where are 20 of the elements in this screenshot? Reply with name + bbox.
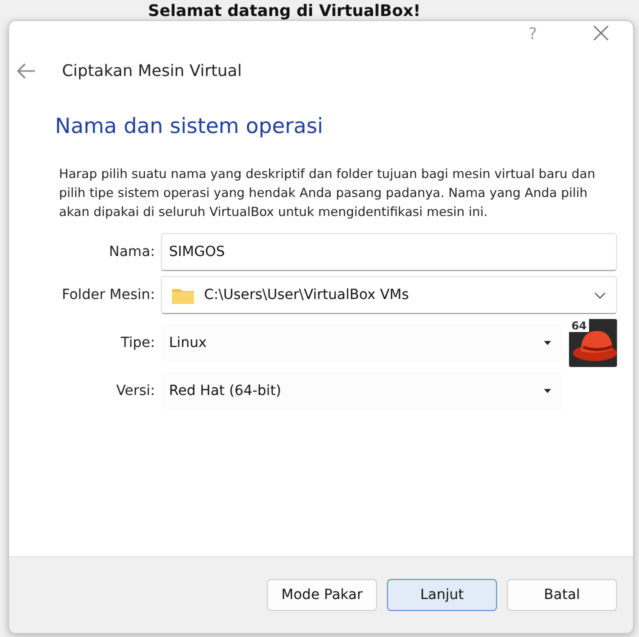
close-icon[interactable]	[593, 25, 609, 41]
field-label: Tipe:	[120, 335, 155, 351]
dialog-title: Ciptakan Mesin Virtual	[62, 61, 242, 80]
dropdown-arrow-icon	[544, 389, 551, 393]
chevron-down-icon	[594, 292, 606, 298]
dialog-button[interactable]: Lanjut	[387, 579, 497, 611]
folder-dropdown[interactable]: C:\Users\User\VirtualBox VMs	[161, 276, 617, 314]
back-arrow-icon[interactable]	[16, 62, 36, 78]
field-label: Folder Mesin:	[60, 287, 155, 303]
name-input[interactable]: SIMGOS	[161, 233, 617, 271]
field-label: Versi:	[115, 383, 155, 399]
description-text: Harap pilih suatu nama yang deskriptif dan folder tujuan bagi mesin virtual baru dan pilih tipe sistem operasi yang hendak Anda pasang padanya. Nama yang Anda pilih akan dipakai di seluruh VirtualBox untuk mengidentifikasi mesin ini.	[59, 165, 596, 221]
dialog-button[interactable]: Batal	[507, 579, 617, 611]
page-heading: Nama dan sistem operasi	[55, 114, 324, 138]
background-heading: Selamat datang di VirtualBox!	[148, 0, 421, 20]
dropdown-arrow-icon	[544, 341, 551, 345]
field-label: Nama:	[108, 244, 155, 260]
folder-icon	[172, 286, 194, 304]
dialog-button[interactable]: Mode Pakar	[267, 579, 377, 611]
hat-os-icon: 64	[569, 319, 617, 367]
